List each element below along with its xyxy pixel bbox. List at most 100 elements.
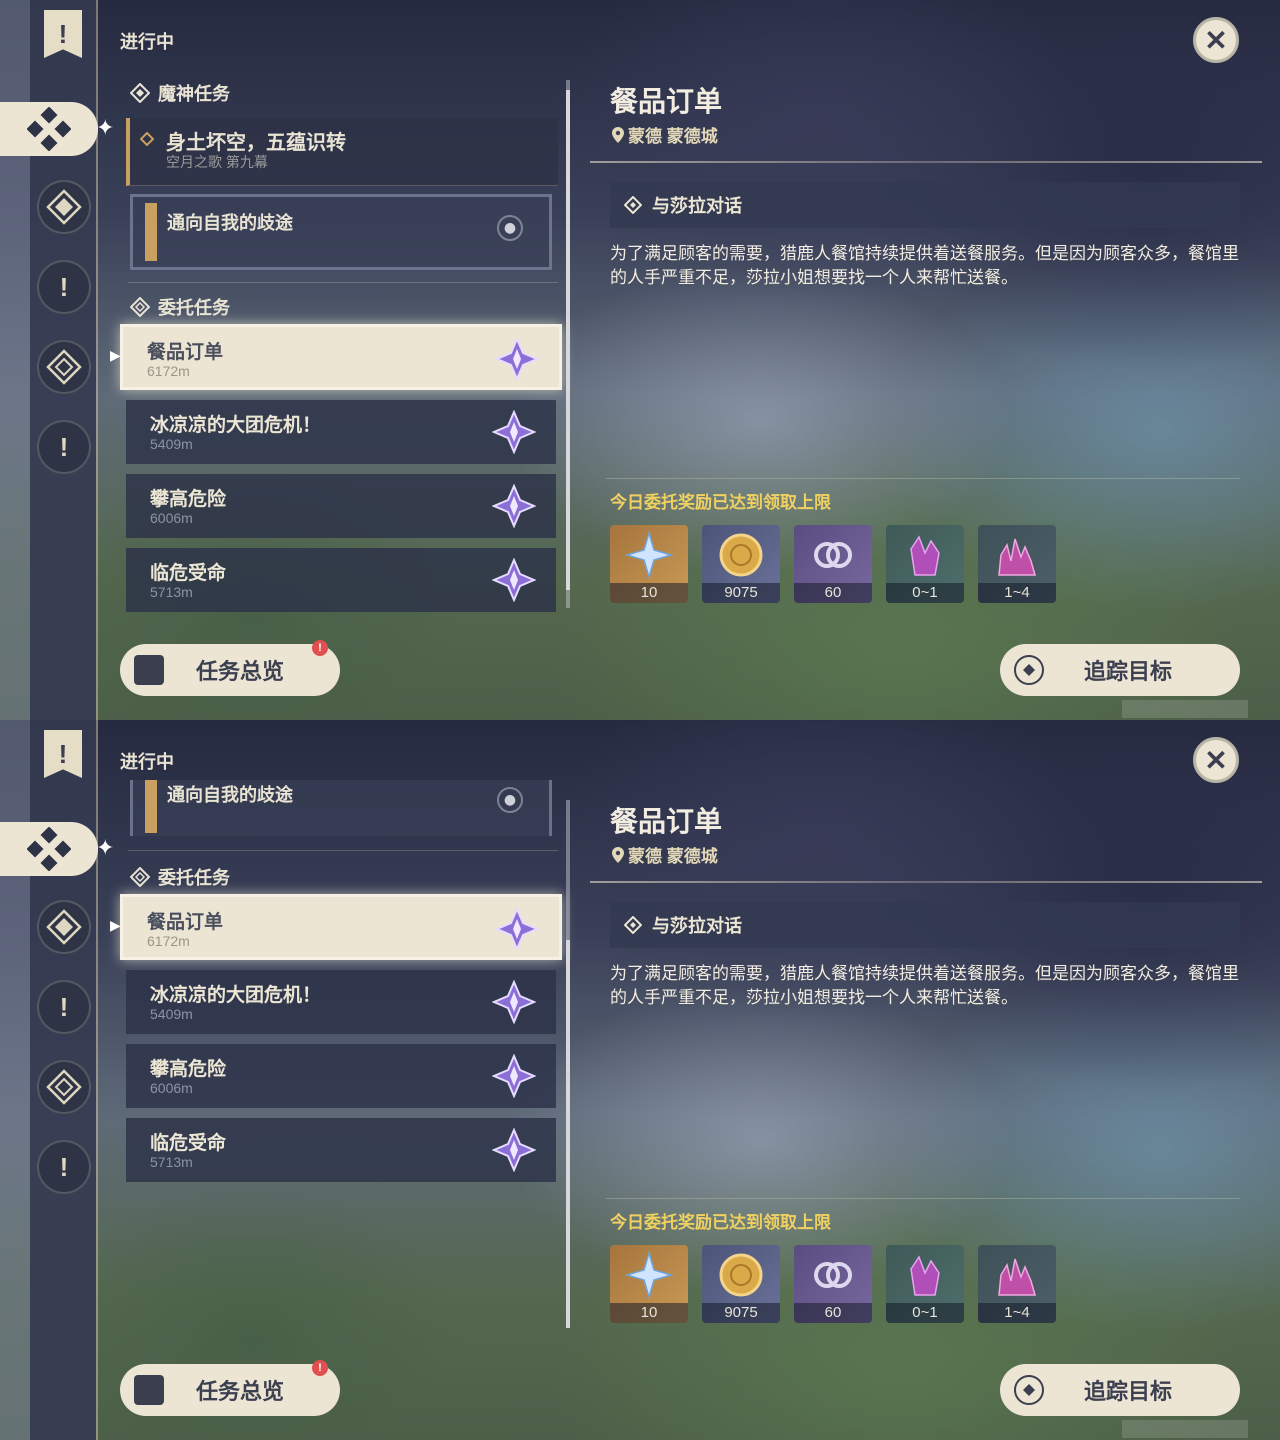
divider [606, 478, 1240, 479]
rail-tab-commission[interactable] [0, 102, 98, 156]
archon-category-icon [130, 83, 150, 103]
quest-description: 为了满足顾客的需要，猎鹿人餐馆持续提供着送餐服务。但是因为顾客众多，餐馆里的人手… [610, 964, 1239, 1007]
mora-icon [719, 1253, 763, 1297]
exclamation-icon: ! [59, 1151, 69, 1182]
rail-tab-story[interactable]: ! [37, 260, 91, 314]
location-pin-icon [612, 126, 624, 143]
objective-row: 与莎拉对话 [610, 902, 1240, 948]
world-quest-icon [46, 1069, 82, 1105]
reward-item[interactable]: 0~1 [886, 525, 964, 603]
detail-title: 餐品订单 [610, 806, 723, 837]
reward-count: 1~4 [978, 1303, 1056, 1323]
rail-tab-event[interactable]: ! [37, 420, 91, 474]
sub-quest-title: 通向自我的歧途 [167, 785, 293, 805]
reward-count: 60 [794, 1303, 872, 1323]
sparkle-icon: ✦ [96, 836, 115, 861]
divider [128, 850, 558, 851]
quest-overview-button[interactable]: 任务总览 [120, 644, 340, 696]
category-label: 委托任务 [158, 298, 230, 318]
close-icon: ✕ [1204, 24, 1228, 56]
divider [128, 282, 558, 283]
reward-count: 10 [610, 583, 688, 603]
archon-sub-quest[interactable]: 通向自我的歧途 ● [130, 780, 552, 836]
primogem-icon [625, 531, 673, 579]
detail-title: 餐品订单 [610, 86, 723, 117]
commission-star-icon [492, 410, 536, 454]
reward-item[interactable]: 60 [794, 1245, 872, 1323]
track-target-button[interactable]: 追踪目标 [1000, 644, 1240, 696]
scroll-thumb[interactable] [566, 940, 570, 1328]
commission-star-icon [492, 484, 536, 528]
crystal-cluster-icon [998, 1258, 1036, 1296]
quest-name: 攀高危险 [150, 1059, 227, 1080]
rail-tab-world[interactable] [37, 1060, 91, 1114]
reward-item[interactable]: 10 [610, 1245, 688, 1323]
quest-distance: 5409m [150, 436, 193, 452]
close-button[interactable]: ✕ [1193, 17, 1239, 63]
reward-item[interactable]: 1~4 [978, 1245, 1056, 1323]
rail-tab-event[interactable]: ! [37, 1140, 91, 1194]
category-label: 魔神任务 [158, 84, 230, 104]
rail-tab-archon[interactable] [37, 180, 91, 234]
quest-list-scrollbar[interactable] [566, 80, 570, 608]
quest-item[interactable]: 攀高危险 6006m [126, 474, 556, 538]
reward-count: 9075 [702, 1303, 780, 1323]
close-button[interactable]: ✕ [1193, 737, 1239, 783]
adventure-exp-icon [814, 1262, 852, 1288]
exclamation-icon: ! [59, 271, 69, 302]
rail-tab-archon[interactable] [37, 900, 91, 954]
location-pin-icon[interactable]: ● [497, 215, 523, 241]
button-label: 追踪目标 [1084, 659, 1173, 684]
button-label: 追踪目标 [1084, 1379, 1173, 1404]
quest-description: 为了满足顾客的需要，猎鹿人餐馆持续提供着送餐服务。但是因为顾客众多，餐馆里的人手… [610, 244, 1239, 287]
archon-quest-main[interactable]: 身土坏空，五蕴识转 空月之歌 第九幕 [126, 118, 558, 186]
quest-distance: 5713m [150, 1154, 193, 1170]
category-archon: 魔神任务 [130, 80, 230, 106]
quest-item-selected[interactable]: 餐品订单 6172m [120, 894, 562, 960]
quest-item[interactable]: 临危受命 5713m [126, 548, 556, 612]
quest-distance: 5409m [150, 1006, 193, 1022]
quest-name: 冰凉凉的大团危机！ [150, 985, 322, 1006]
commission-star-icon [492, 558, 536, 602]
commission-star-icon [492, 980, 536, 1024]
location-pin-icon[interactable]: ● [497, 787, 523, 813]
objective-text: 与莎拉对话 [652, 196, 742, 216]
quest-distance: 6172m [147, 363, 190, 379]
rail-tab-story[interactable]: ! [37, 980, 91, 1034]
quest-item[interactable]: 冰凉凉的大团危机！ 5409m [126, 400, 556, 464]
quest-distance: 6172m [147, 933, 190, 949]
scroll-thumb[interactable] [566, 90, 570, 590]
reward-item[interactable]: 9075 [702, 1245, 780, 1323]
quest-list-scrollbar[interactable] [566, 800, 570, 1328]
archon-sub-quest[interactable]: 通向自我的歧途 ● [130, 194, 552, 270]
category-label: 委托任务 [158, 868, 230, 888]
quest-name: 临危受命 [150, 1133, 227, 1154]
quest-item[interactable]: 冰凉凉的大团危机！ 5409m [126, 970, 556, 1034]
reward-item[interactable]: 0~1 [886, 1245, 964, 1323]
quest-item-selected[interactable]: 餐品订单 6172m [120, 324, 562, 390]
watermark [1122, 1420, 1248, 1438]
rail-tab-commission[interactable] [0, 822, 98, 876]
divider [590, 161, 1262, 163]
commission-icon [27, 107, 71, 151]
detail-location: 蒙德 蒙德城 [612, 842, 718, 867]
quest-item[interactable]: 攀高危险 6006m [126, 1044, 556, 1108]
reward-item[interactable]: 9075 [702, 525, 780, 603]
rail-tab-world[interactable] [37, 340, 91, 394]
quest-distance: 6006m [150, 510, 193, 526]
reward-item[interactable]: 1~4 [978, 525, 1056, 603]
reward-list: 10 9075 60 0~1 1~4 [610, 525, 1056, 603]
progress-bar [145, 203, 157, 261]
reward-item[interactable]: 60 [794, 525, 872, 603]
world-quest-icon [46, 349, 82, 385]
diamond-icon [140, 132, 154, 146]
reward-list: 10 9075 60 0~1 1~4 [610, 1245, 1056, 1323]
quest-item[interactable]: 临危受命 5713m [126, 1118, 556, 1182]
primogem-icon [625, 1251, 673, 1299]
quest-overview-button[interactable]: 任务总览 [120, 1364, 340, 1416]
track-target-button[interactable]: 追踪目标 [1000, 1364, 1240, 1416]
objective-row: 与莎拉对话 [610, 182, 1240, 228]
category-commission: 委托任务 [130, 864, 230, 890]
crystal-chunk-icon [910, 535, 940, 576]
reward-item[interactable]: 10 [610, 525, 688, 603]
